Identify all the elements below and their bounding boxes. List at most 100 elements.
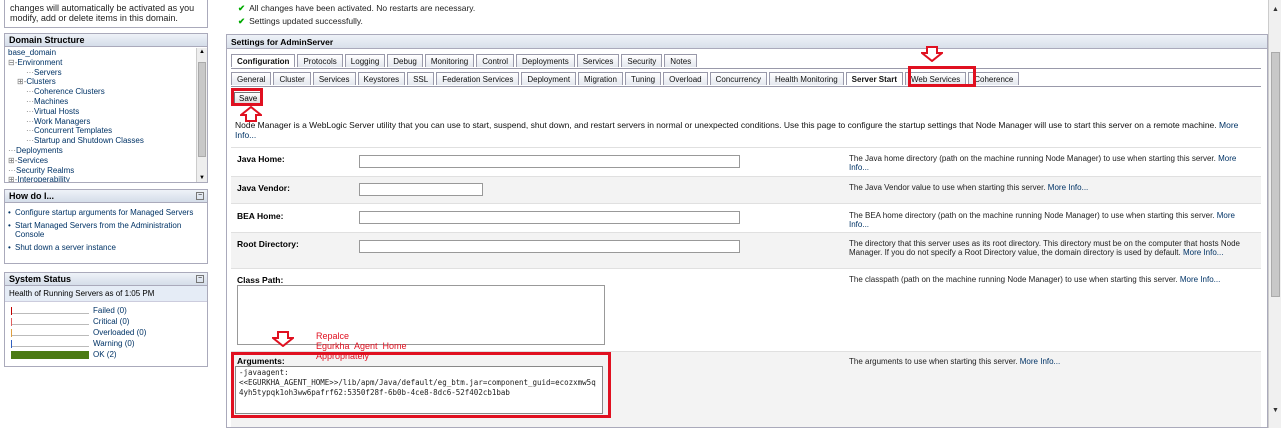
domain-structure-panel: Domain Structure base_domain ⊟-Environmen…: [4, 33, 208, 183]
java-vendor-row: Java Vendor: The Java Vendor value to us…: [231, 176, 1261, 203]
tree-item[interactable]: ⊞-Services: [8, 156, 195, 166]
tree-item[interactable]: ···Machines: [8, 97, 195, 107]
tab-migration[interactable]: Migration: [578, 72, 623, 85]
how-do-i-panel: How do I...− Configure startup arguments…: [4, 189, 208, 264]
more-info-link[interactable]: More Info...: [1048, 183, 1088, 192]
checkmark-icon: ✔: [238, 16, 246, 26]
tree-item-label: Deployments: [16, 145, 63, 155]
tree-item-label: Servers: [34, 67, 62, 77]
bea-home-input[interactable]: [359, 211, 740, 224]
tab-services[interactable]: Services: [312, 72, 356, 85]
tree-item-label: Coherence Clusters: [34, 87, 105, 97]
up-arrow-icon: [240, 106, 262, 122]
more-info-link[interactable]: More Info...: [1020, 357, 1060, 366]
tab-federation-services[interactable]: Federation Services: [436, 72, 520, 85]
tree-connector-icon: ···: [8, 165, 16, 175]
tree-item[interactable]: base_domain: [8, 48, 195, 58]
domain-tree: base_domain ⊟-Environment ···Servers ⊞-Clus…: [5, 48, 195, 182]
status-label[interactable]: Overloaded (0): [93, 328, 146, 337]
tab-security[interactable]: Security: [621, 54, 663, 67]
how-do-i-link[interactable]: Start Managed Servers from the Administr…: [5, 219, 207, 241]
tree-connector-icon: ···: [26, 136, 34, 146]
tab-deployment[interactable]: Deployment: [521, 72, 577, 85]
tree-connector-icon: ⊞-: [17, 77, 27, 87]
system-status-panel: System Status − Health of Running Servers…: [4, 272, 208, 367]
tab-configuration[interactable]: Configuration: [231, 54, 296, 67]
tab-overload[interactable]: Overload: [663, 72, 708, 85]
java-home-row: Java Home: The Java home directory (path…: [231, 147, 1261, 176]
status-label[interactable]: Failed (0): [93, 306, 127, 315]
tree-item-label: Machines: [34, 96, 69, 106]
class-path-help: The classpath (path on the machine runni…: [849, 275, 1221, 284]
tree-item[interactable]: ···Concurrent Templates: [8, 126, 195, 136]
tab-tuning[interactable]: Tuning: [624, 72, 662, 85]
tree-item[interactable]: ···Servers: [8, 68, 195, 78]
tab-concurrency[interactable]: Concurrency: [709, 72, 767, 85]
notice-activated: ✔ All changes have been activated. No res…: [238, 3, 476, 13]
main-content: ✔ All changes have been activated. No res…: [226, 0, 1268, 428]
status-bar: [11, 329, 89, 337]
tree-item[interactable]: ···Coherence Clusters: [8, 87, 195, 97]
tab-logging[interactable]: Logging: [344, 54, 386, 67]
bea-home-label: BEA Home:: [237, 211, 284, 221]
page-scrollbar[interactable]: ▲ ▼: [1268, 0, 1281, 428]
collapse-icon[interactable]: −: [196, 192, 204, 200]
tree-item[interactable]: ···Deployments: [8, 146, 195, 156]
root-directory-label: Root Directory:: [237, 239, 299, 249]
highlight-arguments: [231, 352, 611, 418]
tab-general[interactable]: General: [231, 72, 272, 85]
java-vendor-help: The Java Vendor value to use when starti…: [849, 183, 1089, 192]
tab-debug[interactable]: Debug: [387, 54, 423, 67]
tree-item[interactable]: ···Security Realms: [8, 166, 195, 176]
tab-server-start[interactable]: Server Start: [845, 72, 904, 85]
tab-keystores[interactable]: Keystores: [357, 72, 406, 85]
tree-item-label: base_domain: [8, 48, 57, 57]
java-home-label: Java Home:: [237, 154, 285, 164]
checkmark-icon: ✔: [238, 3, 246, 13]
tree-item[interactable]: ⊟-Environment: [8, 58, 195, 68]
status-row: Failed (0): [5, 305, 207, 316]
domain-structure-title: Domain Structure: [5, 34, 207, 47]
how-do-i-link[interactable]: Configure startup arguments for Managed …: [5, 206, 207, 219]
tree-connector-icon: ···: [26, 67, 34, 77]
tab-cluster[interactable]: Cluster: [273, 72, 311, 85]
status-label[interactable]: Warning (0): [93, 339, 135, 348]
how-do-i-link[interactable]: Shut down a server instance: [5, 241, 207, 254]
tree-item-label: Services: [17, 155, 49, 165]
tab-control[interactable]: Control: [476, 54, 515, 67]
root-directory-row: Root Directory: The directory that this …: [231, 232, 1261, 268]
root-directory-help: The directory that this server uses as i…: [849, 239, 1240, 257]
tab-health-monitoring[interactable]: Health Monitoring: [768, 72, 844, 85]
more-info-link[interactable]: More Info...: [1180, 275, 1220, 284]
tree-item[interactable]: ⊞-Interoperability: [8, 175, 195, 182]
tab-protocols[interactable]: Protocols: [297, 54, 343, 67]
tab-deployments[interactable]: Deployments: [516, 54, 575, 67]
tab-monitoring[interactable]: Monitoring: [424, 54, 475, 67]
tab-notes[interactable]: Notes: [664, 54, 698, 67]
tree-item[interactable]: ···Virtual Hosts: [8, 107, 195, 117]
tree-item[interactable]: ···Startup and Shutdown Classes: [8, 136, 195, 146]
status-label[interactable]: Critical (0): [93, 317, 129, 326]
collapse-icon[interactable]: −: [196, 275, 204, 283]
bea-home-row: BEA Home: The BEA home directory (path o…: [231, 203, 1261, 232]
tab-services[interactable]: Services: [576, 54, 620, 67]
tab-ssl[interactable]: SSL: [407, 72, 435, 85]
tree-connector-icon: ···: [26, 106, 34, 116]
tree-item[interactable]: ···Work Managers: [8, 117, 195, 127]
highlight-save-button: [231, 88, 263, 106]
tree-item[interactable]: ⊞-Clusters: [8, 77, 195, 87]
highlight-server-start-tab: [908, 66, 976, 87]
tree-item-label: Work Managers: [34, 116, 91, 126]
java-home-input[interactable]: [359, 155, 740, 168]
tree-item-label: Clusters: [26, 77, 56, 87]
java-vendor-input[interactable]: [359, 183, 483, 196]
status-label[interactable]: OK (2): [93, 350, 117, 359]
status-bar: [11, 318, 89, 326]
tree-connector-icon: ···: [26, 116, 34, 126]
more-info-link[interactable]: More Info...: [1183, 248, 1223, 257]
root-directory-input[interactable]: [359, 240, 740, 253]
arguments-help: The arguments to use when starting this …: [849, 357, 1061, 366]
domain-tree-scrollbar[interactable]: ▲ ▼: [196, 48, 207, 182]
tree-item-label: Concurrent Templates: [34, 126, 113, 136]
tree-item-label: Environment: [17, 57, 63, 67]
